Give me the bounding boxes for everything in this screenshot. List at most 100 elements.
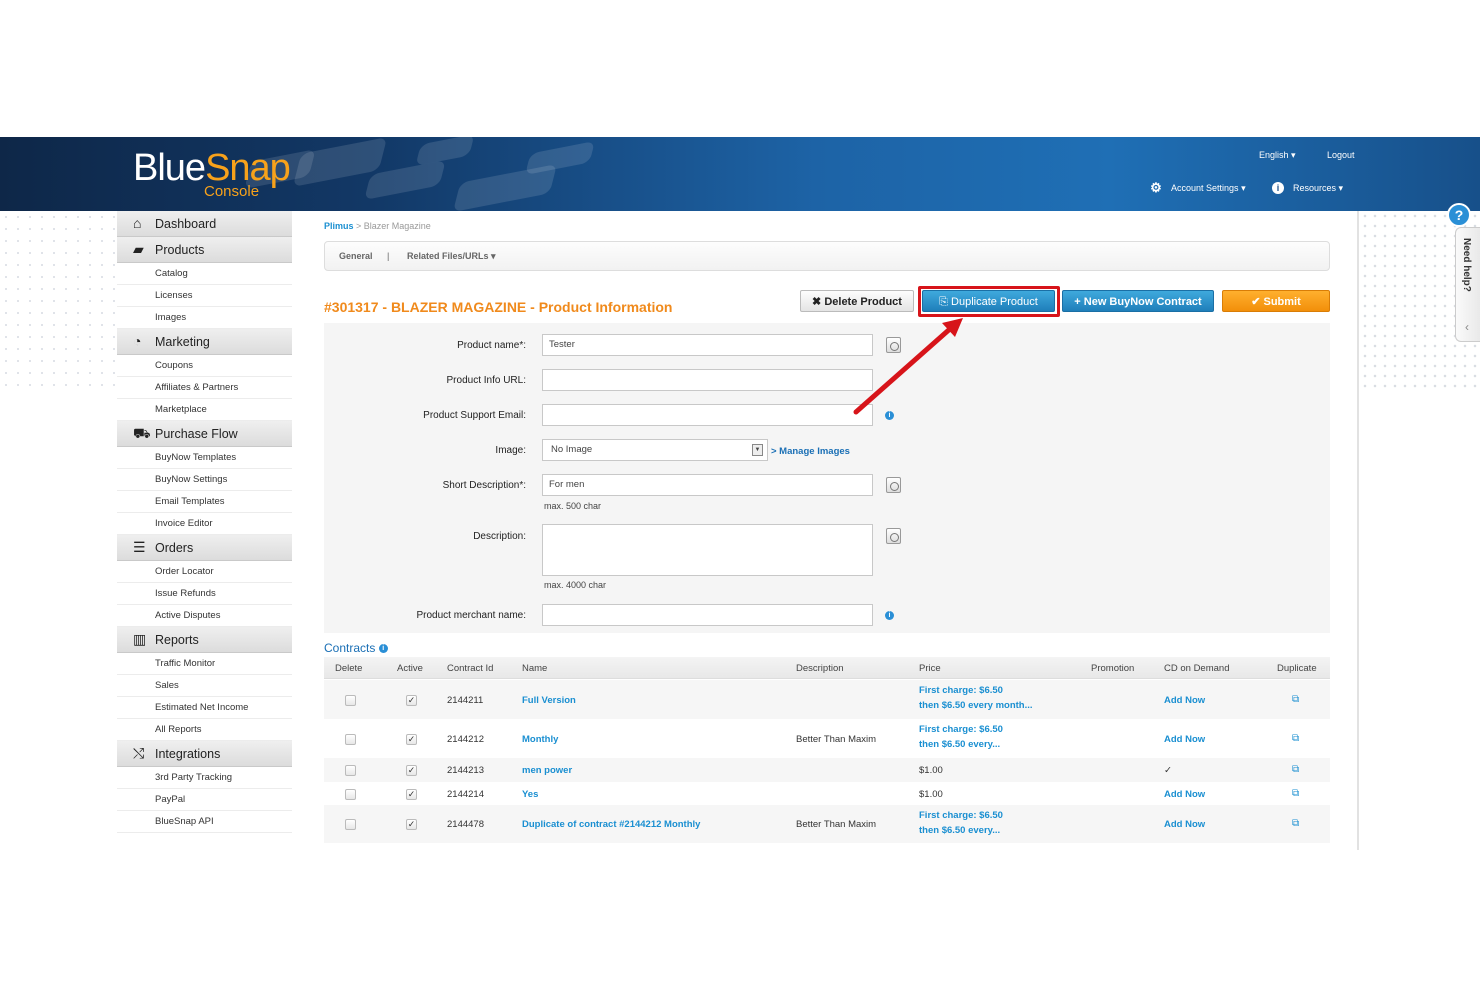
sidebar-subitem-bluesnap-api[interactable]: BlueSnap API	[117, 811, 292, 833]
dashboard-icon: ◔	[133, 333, 142, 349]
duplicate-contract-icon[interactable]: ⧉	[1292, 819, 1302, 829]
info-icon[interactable]: i	[885, 411, 894, 420]
table-row: ✓ 2144478 Duplicate of contract #2144212 M…	[324, 805, 1330, 843]
duplicate-contract-icon[interactable]: ⧉	[1292, 789, 1302, 799]
sidebar-nav: ⌂ Dashboard ▰ Products Catalog Licenses Images…	[117, 211, 292, 833]
contract-price-detail[interactable]: then $6.50 every...	[919, 739, 1000, 750]
contract-price-detail[interactable]: then $6.50 every month...	[919, 700, 1033, 711]
sidebar-subitem-traffic-monitor[interactable]: Traffic Monitor	[117, 653, 292, 675]
logout-link[interactable]: Logout	[1327, 150, 1355, 160]
info-icon[interactable]: i	[885, 611, 894, 620]
chevron-down-icon: ▾	[1291, 150, 1296, 160]
contract-name-link[interactable]: Full Version	[522, 695, 576, 706]
active-checkbox[interactable]: ✓	[406, 819, 417, 830]
edit-translation-icon[interactable]	[886, 528, 901, 544]
resources-menu[interactable]: Resources ▾	[1293, 183, 1343, 194]
contract-name-link[interactable]: Yes	[522, 789, 538, 800]
image-select-value: No Image	[551, 444, 593, 455]
sidebar-subitem-licenses[interactable]: Licenses	[117, 285, 292, 307]
chart-icon: ▥	[133, 631, 147, 647]
active-checkbox[interactable]: ✓	[406, 765, 417, 776]
sidebar-item-integrations[interactable]: ⤭ Integrations	[117, 741, 292, 767]
product-support-email-input[interactable]	[542, 404, 873, 426]
new-buynow-contract-button[interactable]: + New BuyNow Contract	[1062, 290, 1214, 312]
image-select[interactable]: No Image ▼	[542, 439, 768, 461]
sidebar-subitem-marketplace[interactable]: Marketplace	[117, 399, 292, 421]
language-selector[interactable]: English ▾	[1259, 150, 1296, 161]
duplicate-contract-icon[interactable]: ⧉	[1292, 765, 1302, 775]
info-icon[interactable]: i	[378, 644, 388, 654]
sidebar-subitem-order-locator[interactable]: Order Locator	[117, 561, 292, 583]
sidebar-subitem-issue-refunds[interactable]: Issue Refunds	[117, 583, 292, 605]
logo-text-blue: Blue	[133, 147, 206, 189]
sidebar-subitem-images[interactable]: Images	[117, 307, 292, 329]
product-info-url-input[interactable]	[542, 369, 873, 391]
contract-price-link[interactable]: First charge: $6.50	[919, 810, 1003, 821]
active-checkbox[interactable]: ✓	[406, 734, 417, 745]
edit-translation-icon[interactable]	[886, 477, 901, 493]
list-icon: ☰	[133, 539, 146, 555]
sidebar-subitem-buynow-templates[interactable]: BuyNow Templates	[117, 447, 292, 469]
sidebar-item-orders[interactable]: ☰ Orders	[117, 535, 292, 561]
tab-separator: |	[387, 251, 390, 261]
help-question-icon[interactable]: ?	[1447, 203, 1471, 227]
chevron-down-icon[interactable]: ▼	[752, 444, 763, 456]
add-now-link[interactable]: Add Now	[1164, 819, 1205, 830]
breadcrumb-root-link[interactable]: Plimus	[324, 221, 354, 231]
delete-checkbox[interactable]	[345, 819, 356, 830]
duplicate-contract-icon[interactable]: ⧉	[1292, 734, 1302, 744]
folder-icon: ▰	[133, 241, 144, 257]
add-now-link[interactable]: Add Now	[1164, 695, 1205, 706]
sidebar-item-products[interactable]: ▰ Products	[117, 237, 292, 263]
tab-general[interactable]: General	[339, 242, 373, 270]
chevron-left-icon[interactable]: ‹	[1465, 320, 1469, 334]
active-checkbox[interactable]: ✓	[406, 695, 417, 706]
short-description-input[interactable]: For men	[542, 474, 873, 496]
sidebar-subitem-all-reports[interactable]: All Reports	[117, 719, 292, 741]
sidebar-group-label: Purchase Flow	[155, 427, 238, 441]
submit-button[interactable]: ✔ Submit	[1222, 290, 1330, 312]
sidebar-subitem-sales[interactable]: Sales	[117, 675, 292, 697]
sidebar-subitem-invoice-editor[interactable]: Invoice Editor	[117, 513, 292, 535]
sidebar-item-reports[interactable]: ▥ Reports	[117, 627, 292, 653]
add-now-link[interactable]: Add Now	[1164, 734, 1205, 745]
sidebar-subitem-catalog[interactable]: Catalog	[117, 263, 292, 285]
sidebar-subitem-active-disputes[interactable]: Active Disputes	[117, 605, 292, 627]
delete-product-button[interactable]: ✖ Delete Product	[800, 290, 914, 312]
delete-checkbox[interactable]	[345, 789, 356, 800]
delete-checkbox[interactable]	[345, 734, 356, 745]
product-merchant-name-input[interactable]	[542, 604, 873, 626]
contract-name-link[interactable]: Duplicate of contract #2144212 Monthly	[522, 819, 700, 830]
contract-price-link[interactable]: First charge: $6.50	[919, 685, 1003, 696]
sidebar-subitem-affiliates-partners[interactable]: Affiliates & Partners	[117, 377, 292, 399]
sidebar-subitem-paypal[interactable]: PayPal	[117, 789, 292, 811]
sidebar-subitem-3rd-party-tracking[interactable]: 3rd Party Tracking	[117, 767, 292, 789]
contract-name-link[interactable]: men power	[522, 765, 572, 776]
sidebar-subitem-estimated-net-income[interactable]: Estimated Net Income	[117, 697, 292, 719]
column-header-cd-on-demand: CD on Demand	[1164, 663, 1230, 674]
duplicate-contract-icon[interactable]: ⧉	[1292, 695, 1302, 705]
product-name-label: Product name*:	[457, 340, 526, 351]
tab-related-files[interactable]: Related Files/URLs ▾	[407, 242, 496, 270]
contract-price-link[interactable]: First charge: $6.50	[919, 724, 1003, 735]
delete-checkbox[interactable]	[345, 695, 356, 706]
contract-name-link[interactable]: Monthly	[522, 734, 558, 745]
sidebar-subitem-buynow-settings[interactable]: BuyNow Settings	[117, 469, 292, 491]
active-checkbox[interactable]: ✓	[406, 789, 417, 800]
sidebar-subitem-coupons[interactable]: Coupons	[117, 355, 292, 377]
need-help-tab[interactable]: Need help? ‹	[1455, 227, 1480, 342]
add-now-link[interactable]: Add Now	[1164, 789, 1205, 800]
sidebar-group-label: Products	[155, 243, 205, 257]
contract-price-detail[interactable]: then $6.50 every...	[919, 825, 1000, 836]
sidebar-item-dashboard[interactable]: ⌂ Dashboard	[117, 211, 292, 237]
sidebar-subitem-email-templates[interactable]: Email Templates	[117, 491, 292, 513]
product-name-input[interactable]: Tester	[542, 334, 873, 356]
delete-checkbox[interactable]	[345, 765, 356, 776]
description-textarea[interactable]	[542, 524, 873, 576]
sidebar-item-purchase-flow[interactable]: ⛟ Purchase Flow	[117, 421, 292, 447]
edit-translation-icon[interactable]	[886, 337, 901, 353]
manage-images-link[interactable]: > Manage Images	[771, 446, 850, 457]
column-header-name: Name	[522, 663, 548, 674]
account-settings-menu[interactable]: Account Settings ▾	[1171, 183, 1246, 194]
sidebar-item-marketing[interactable]: ◔ Marketing	[117, 329, 292, 355]
